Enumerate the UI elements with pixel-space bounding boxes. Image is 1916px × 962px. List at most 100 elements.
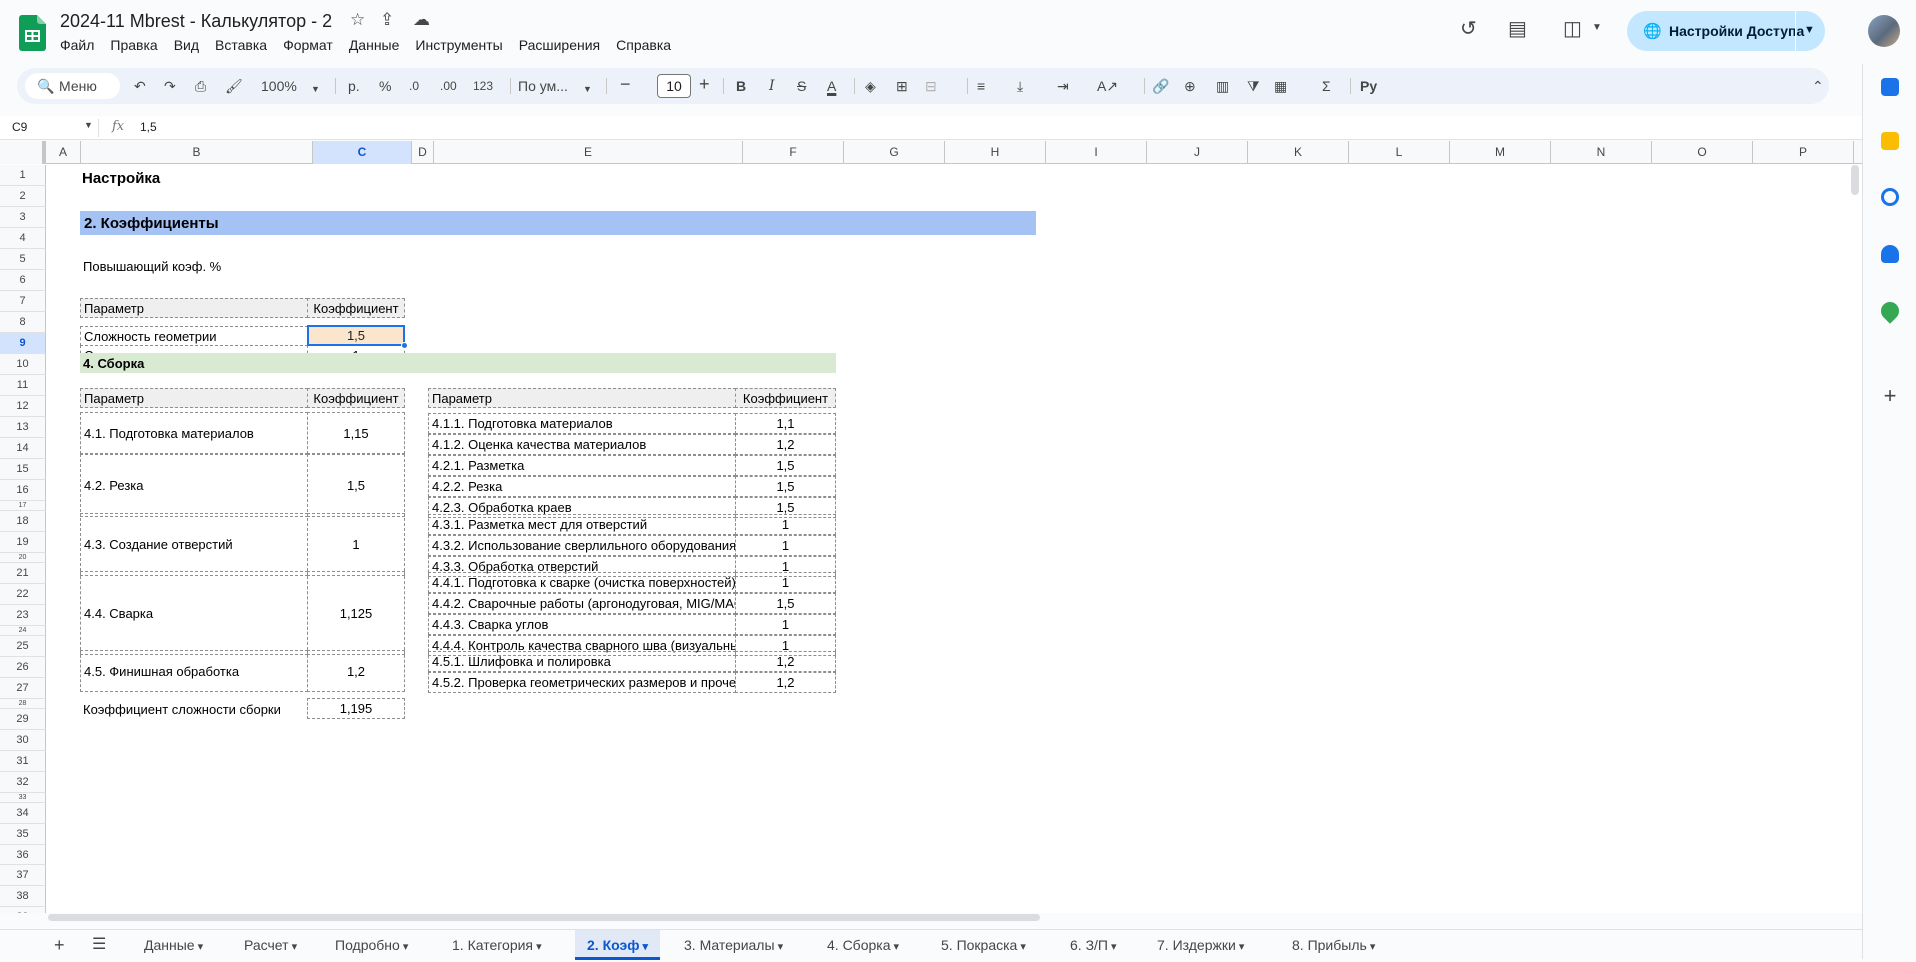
all-sheets-icon[interactable]: ☰ [92,930,106,960]
row-header[interactable]: 20 [0,553,46,563]
sheet-tab[interactable]: 4. Сборка ▾ [815,930,911,960]
functions-icon[interactable]: Σ [1322,76,1331,96]
add-addon-icon[interactable]: + [1881,385,1899,407]
sheet-tab[interactable]: Подробно ▾ [323,930,420,960]
row-header[interactable]: 9 [0,333,46,354]
row-header[interactable]: 14 [0,438,46,459]
row-header[interactable]: 6 [0,270,46,291]
row-header[interactable]: 15 [0,459,46,480]
column-header[interactable]: C [313,141,412,164]
column-header[interactable]: M [1450,141,1551,164]
sheet-tab-dropdown-icon[interactable]: ▾ [891,941,900,953]
sheet-tab-dropdown-icon[interactable]: ▾ [400,941,409,953]
assembly-subparam-name[interactable]: 4.3.2. Использование сверлильного оборуд… [428,535,736,556]
text-rotation-icon[interactable]: A↗ [1097,76,1118,96]
row-header[interactable]: 24 [0,626,46,636]
sheet-tab[interactable]: Данные ▾ [132,930,215,960]
column-header[interactable]: O [1652,141,1753,164]
assembly-total-value[interactable]: 1,195 [307,698,405,719]
text-color-icon[interactable]: A [827,76,836,96]
assembly-subparam-value[interactable]: 1 [735,614,836,635]
merge-cells-icon[interactable]: ⊟ [925,76,937,96]
column-header[interactable]: A [46,141,81,164]
row-header[interactable]: 8 [0,312,46,333]
assembly-group-name[interactable]: 4.3. Создание отверстий [80,513,308,576]
borders-icon[interactable]: ⊞ [896,76,908,96]
assembly-subparam-value[interactable]: 1,5 [735,593,836,614]
row-header[interactable]: 37 [0,865,46,886]
increase-decimals-button[interactable]: .00 [440,76,457,96]
increase-font-size-icon[interactable]: + [699,74,710,94]
move-icon[interactable]: ⇪ [380,10,394,30]
assembly-group-value[interactable]: 1,125 [307,571,405,655]
sheet-tab-dropdown-icon[interactable]: ▾ [775,941,784,953]
menu-extensions[interactable]: Расширения [519,37,608,53]
row-header[interactable]: 38 [0,886,46,907]
column-header[interactable]: N [1551,141,1652,164]
assembly-subparam-name[interactable]: 4.2.1. Разметка [428,455,736,476]
filter-views-icon[interactable]: ▦ [1274,76,1287,96]
percent-format-button[interactable]: % [379,76,391,96]
redo-icon[interactable]: ↷ [164,76,176,96]
row-header[interactable]: 13 [0,417,46,438]
sheet-tab[interactable]: 6. З/П ▾ [1058,930,1129,960]
coef-header-value[interactable]: Коэффициент [307,298,405,318]
menu-file[interactable]: Файл [60,37,102,53]
assembly-subparam-value[interactable]: 1,1 [735,413,836,434]
sheet-tab-dropdown-icon[interactable]: ▾ [1236,941,1245,953]
document-title[interactable]: 2024-11 Mbrest - Калькулятор - 2 [60,11,332,32]
row-header[interactable]: 11 [0,375,46,396]
row-header[interactable]: 12 [0,396,46,417]
assembly-right-header-param[interactable]: Параметр [428,388,736,408]
spreadsheet-grid[interactable]: ABCDEFGHIJKLMNOP 1 2 3 4 5 6 7 8 9 10 11 12 13 14 15 16… [0,141,1862,913]
share-dropdown-icon[interactable]: ▼ [1804,24,1815,36]
input-tools-icon[interactable]: Pу [1360,76,1377,96]
zoom-select[interactable]: 100% [261,76,297,96]
assembly-subparam-name[interactable]: 4.3.1. Разметка мест для отверстий [428,514,736,535]
assembly-subparam-value[interactable]: 1 [735,572,836,593]
sheet-tab[interactable]: Расчет ▾ [232,930,309,960]
assembly-group-name[interactable]: 4.5. Финишная обработка [80,650,308,692]
font-size-input[interactable]: 10 [657,74,691,98]
row-header[interactable]: 22 [0,584,46,605]
assembly-group-name[interactable]: 4.1. Подготовка материалов [80,412,308,454]
sheet-tab[interactable]: 3. Материалы ▾ [672,930,795,960]
sheet-tab-dropdown-icon[interactable]: ▾ [1108,941,1117,953]
row-header[interactable]: 39 [0,907,46,913]
column-header[interactable]: I [1046,141,1147,164]
undo-icon[interactable]: ↶ [134,76,146,96]
share-button[interactable]: 🌐 Настройки Доступа ▼ [1627,11,1825,51]
sheets-logo-icon[interactable] [19,15,46,51]
row-header[interactable]: 31 [0,751,46,772]
assembly-subparam-name[interactable]: 4.1.2. Оценка качества материалов [428,434,736,455]
row-header[interactable]: 3 [0,207,46,228]
sheet-tab[interactable]: 1. Категория ▾ [440,930,554,960]
assembly-group-value[interactable]: 1 [307,513,405,576]
vertical-scrollbar[interactable] [1851,165,1859,195]
assembly-subparam-value[interactable]: 1,5 [735,455,836,476]
row-header[interactable]: 5 [0,249,46,270]
assembly-subparam-name[interactable]: 4.5.1. Шлифовка и полировка [428,651,736,672]
row-header[interactable]: 32 [0,772,46,793]
text-wrapping-icon[interactable]: ⇥ [1057,76,1069,96]
sheet-tab-dropdown-icon[interactable]: ▾ [533,941,542,953]
select-all-corner[interactable] [0,141,46,164]
menu-search-input[interactable]: 🔍 Меню [25,73,120,99]
currency-format-button[interactable]: р. [348,76,360,96]
calendar-icon[interactable] [1881,78,1899,96]
tasks-icon[interactable] [1881,188,1899,206]
insert-link-icon[interactable]: 🔗 [1152,76,1169,96]
sheet-tab[interactable]: 8. Прибыль ▾ [1280,930,1387,960]
assembly-subparam-value[interactable]: 1 [735,535,836,556]
strikethrough-icon[interactable]: S [797,76,806,96]
meet-dropdown-icon[interactable]: ▼ [1592,22,1602,33]
font-dropdown-icon[interactable]: ▼ [583,79,592,99]
history-icon[interactable]: ↺ [1460,16,1477,41]
column-header[interactable]: L [1349,141,1450,164]
decrease-decimals-button[interactable]: .0 [409,76,419,96]
column-header[interactable]: F [743,141,844,164]
italic-icon[interactable]: I [769,76,775,96]
row-header[interactable]: 17 [0,501,46,511]
row-header[interactable]: 28 [0,699,46,709]
assembly-left-header-value[interactable]: Коэффициент [307,388,405,408]
